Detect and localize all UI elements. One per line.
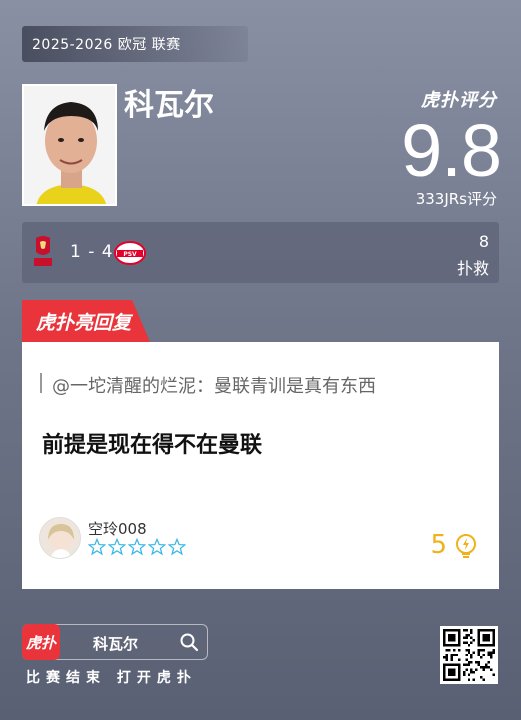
- star-outline-icon: [148, 538, 166, 556]
- open-app-caption: 比赛结束 打开虎扑: [26, 670, 197, 686]
- highlight-reply-tag: 虎扑亮回复: [22, 300, 150, 342]
- lightbulb-like-icon[interactable]: [453, 533, 479, 559]
- match-summary: 1 - 4 PSV 8 扑救: [22, 222, 499, 283]
- hupu-app-icon: 虎扑: [22, 624, 60, 660]
- star-outline-icon: [168, 538, 186, 556]
- star-outline-icon: [88, 538, 106, 556]
- username[interactable]: 空玲008: [88, 518, 147, 539]
- rating-score: 9.8: [401, 109, 502, 192]
- player-photo: [22, 84, 117, 206]
- liverpool-badge-icon: [32, 234, 54, 270]
- quote-bar: [40, 373, 42, 393]
- quoted-comment: @一坨清醒的烂泥：曼联青训是真有东西: [52, 376, 376, 397]
- player-name: 科瓦尔: [124, 88, 214, 123]
- open-app-search-bar[interactable]: 虎扑 科瓦尔: [22, 624, 208, 660]
- season-label: 2025-2026 欧冠 联赛: [32, 37, 181, 53]
- search-keyword: 科瓦尔: [93, 635, 139, 653]
- match-score: 1 - 4: [70, 242, 114, 262]
- saves-label: 扑救: [456, 259, 489, 278]
- search-icon: [180, 633, 199, 652]
- qr-code: [440, 626, 498, 684]
- psv-badge-icon: PSV: [114, 241, 146, 265]
- like-count: 5: [430, 530, 447, 560]
- user-star-rating: [88, 538, 186, 556]
- svg-text:PSV: PSV: [123, 251, 137, 258]
- star-outline-icon: [108, 538, 126, 556]
- saves-value: 8: [478, 232, 489, 251]
- reply-comment: 前提是现在得不在曼联: [42, 433, 263, 458]
- rating-count: 333JRs评分: [415, 190, 497, 208]
- season-banner: 2025-2026 欧冠 联赛: [22, 26, 248, 62]
- comment-card: @一坨清醒的烂泥：曼联青训是真有东西 前提是现在得不在曼联 空玲008 5: [22, 342, 499, 589]
- avatar[interactable]: [39, 517, 81, 559]
- star-outline-icon: [128, 538, 146, 556]
